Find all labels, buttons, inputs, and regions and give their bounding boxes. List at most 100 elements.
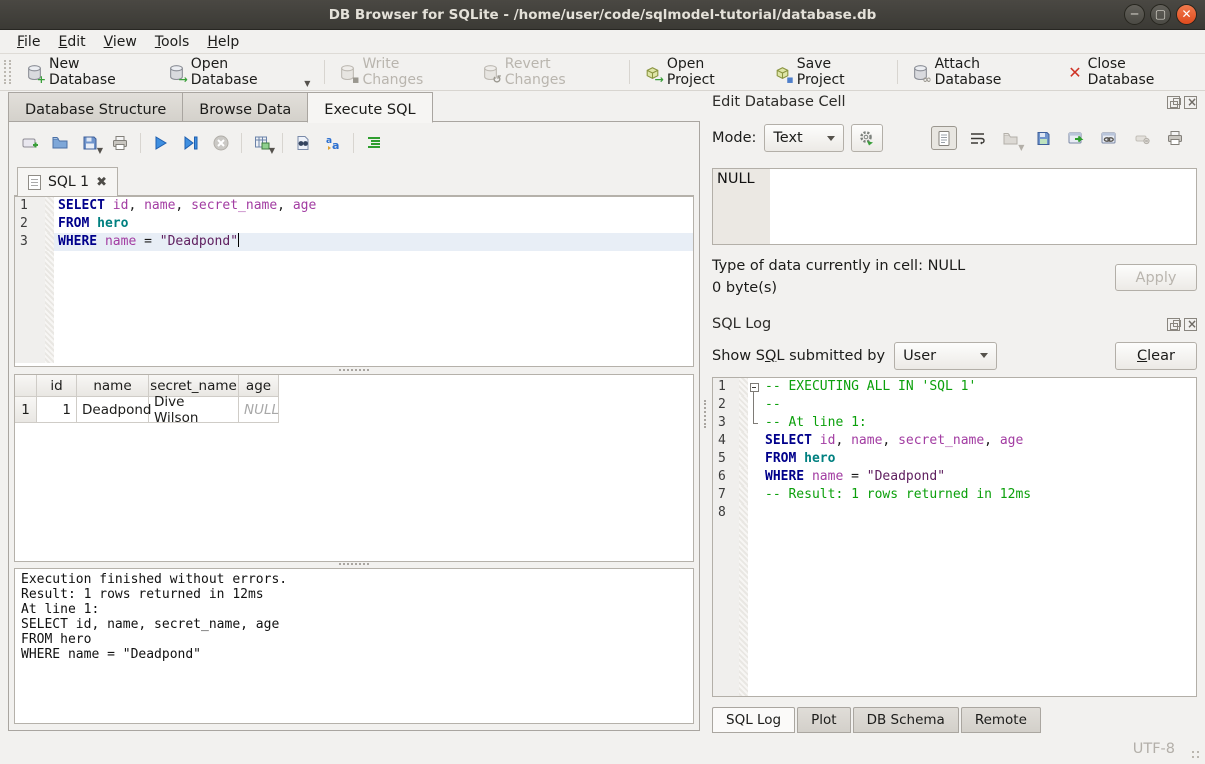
code-line: -- At line 1: [761, 414, 1196, 432]
print-sql-button[interactable] [107, 130, 133, 156]
minimize-button[interactable]: ─ [1124, 4, 1145, 25]
sql-editor[interactable]: 1 SELECT id, name, secret_name, age 2 FR… [14, 196, 694, 367]
save-cell-button[interactable] [1030, 126, 1056, 150]
cell-id[interactable]: 1 [37, 397, 77, 423]
line-number: 5 [713, 450, 739, 468]
export-cell-button[interactable] [1063, 126, 1089, 150]
editor-results-splitter[interactable] [14, 367, 694, 373]
maximize-button[interactable]: ▢ [1150, 4, 1171, 25]
close-button[interactable]: ✕ [1176, 4, 1197, 25]
print-cell-button[interactable] [1162, 126, 1188, 150]
line-number: 3 [15, 233, 45, 251]
text-mode-button[interactable] [931, 126, 957, 150]
fold-collapse-icon[interactable] [748, 378, 761, 396]
import-cell-button[interactable]: ▼ [997, 126, 1023, 150]
cell-name[interactable]: Deadpond [77, 397, 149, 423]
resize-grip[interactable] [1191, 750, 1201, 760]
chevron-down-icon[interactable]: ▼ [304, 79, 310, 88]
find-button[interactable] [290, 130, 316, 156]
column-header-id[interactable]: id [37, 375, 77, 397]
link-cell-button[interactable] [1096, 126, 1122, 150]
folder-open-icon [51, 134, 69, 152]
dock-float-button[interactable] [1167, 318, 1180, 331]
open-database-button[interactable]: → Open Database ▼ [159, 51, 320, 93]
database-new-icon: + [26, 64, 43, 81]
revert-changes-button[interactable]: ↺ Revert Changes [473, 51, 624, 93]
cell-age[interactable]: NULL [239, 397, 279, 423]
dock-float-button[interactable] [1167, 96, 1180, 109]
set-null-button[interactable] [1129, 126, 1155, 150]
execute-current-line-button[interactable] [178, 130, 204, 156]
close-database-button[interactable]: ✕ Close Database [1059, 51, 1205, 93]
tab-db-schema[interactable]: DB Schema [853, 707, 959, 733]
write-changes-button[interactable]: ▪ Write Changes [330, 51, 472, 93]
auto-switch-mode-button[interactable] [851, 124, 883, 152]
save-results-button[interactable]: ▼ [249, 130, 275, 156]
fold-margin [739, 432, 748, 450]
autocomplete-button[interactable]: aa [320, 130, 346, 156]
tab-execute-sql[interactable]: Execute SQL [307, 92, 432, 123]
sql-tab-label: SQL 1 [48, 174, 89, 190]
dock-close-button[interactable] [1184, 318, 1197, 331]
column-header-name[interactable]: name [77, 375, 149, 397]
menu-edit[interactable]: Edit [49, 32, 94, 52]
filter-label: Show SQL submitted by [712, 348, 885, 364]
corner-header[interactable] [15, 375, 37, 397]
code-line[interactable]: FROM hero [54, 215, 693, 233]
save-project-button[interactable]: ▪ Save Project [765, 51, 892, 93]
sql-toolbar: ▼ ▼ aa [17, 129, 387, 157]
stop-button[interactable] [208, 130, 234, 156]
gutter [15, 251, 45, 363]
encoding-indicator[interactable]: UTF-8 [1133, 741, 1175, 757]
open-sql-file-button[interactable] [47, 130, 73, 156]
tab-remote[interactable]: Remote [961, 707, 1041, 733]
sql-log-filter-row: Show SQL submitted by User Clear [712, 340, 1197, 371]
menu-tools[interactable]: Tools [146, 32, 199, 52]
fold-spacer [748, 486, 761, 504]
tab-new-icon [21, 134, 39, 152]
tab-browse-data[interactable]: Browse Data [182, 92, 307, 122]
clear-button[interactable]: Clear [1115, 342, 1197, 370]
apply-button[interactable]: Apply [1115, 264, 1197, 291]
save-sql-file-button[interactable]: ▼ [77, 130, 103, 156]
database-attach-icon: ∞ [912, 64, 929, 81]
fold-spacer [748, 450, 761, 468]
cell-secret-name[interactable]: Dive Wilson [149, 397, 239, 423]
close-database-label: Close Database [1088, 56, 1196, 88]
code-line[interactable]: WHERE name = "Deadpond" [54, 233, 693, 251]
edit-cell-title: Edit Database Cell [712, 94, 846, 110]
execute-all-button[interactable] [148, 130, 174, 156]
word-wrap-button[interactable] [964, 126, 990, 150]
toolbar-drag-handle[interactable] [4, 60, 11, 84]
submitter-select[interactable]: User [894, 342, 997, 370]
editor-empty-area[interactable] [15, 251, 693, 363]
menu-file[interactable]: File [8, 32, 49, 52]
fold-margin [739, 468, 748, 486]
tab-sql-log[interactable]: SQL Log [712, 707, 795, 733]
menu-help[interactable]: Help [198, 32, 248, 52]
menu-view[interactable]: View [95, 32, 146, 52]
new-database-button[interactable]: + New Database [17, 51, 159, 93]
cell-value-editor[interactable]: NULL [712, 168, 1197, 245]
code-line[interactable]: SELECT id, name, secret_name, age [54, 197, 693, 215]
mode-select[interactable]: Text [764, 124, 844, 152]
editor-line: 1 SELECT id, name, secret_name, age [15, 197, 693, 215]
new-sql-tab-button[interactable] [17, 130, 43, 156]
row-number[interactable]: 1 [15, 397, 37, 423]
tab-database-structure[interactable]: Database Structure [8, 92, 182, 122]
results-message-splitter[interactable] [14, 561, 694, 567]
save-icon [1035, 130, 1052, 147]
column-header-age[interactable]: age [239, 375, 279, 397]
dock-close-button[interactable] [1184, 96, 1197, 109]
cell-size-info: 0 byte(s) [712, 280, 777, 296]
open-project-button[interactable]: → Open Project [635, 51, 765, 93]
tab-plot[interactable]: Plot [797, 707, 850, 733]
panel-splitter[interactable] [702, 400, 708, 428]
sql-tab[interactable]: SQL 1 ✖ [17, 167, 118, 196]
cell-value-text: NULL [717, 171, 755, 187]
chevron-down-icon: ▼ [97, 146, 103, 155]
format-sql-button[interactable] [361, 130, 387, 156]
fold-margin [45, 251, 54, 363]
sql-tab-close-button[interactable]: ✖ [96, 175, 107, 190]
attach-database-button[interactable]: ∞ Attach Database [903, 51, 1060, 93]
